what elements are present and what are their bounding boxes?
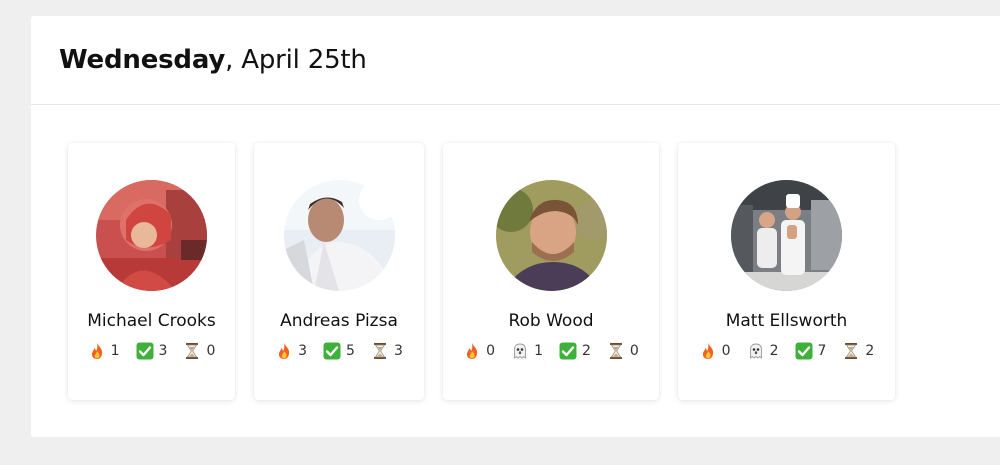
person-card-rob-wood[interactable]: Rob Wood 0 1 2 0 [443, 143, 659, 400]
avatar [495, 180, 607, 291]
stat-check: 2 [559, 342, 591, 360]
check-icon [559, 342, 577, 360]
person-name: Michael Crooks [87, 311, 216, 331]
hourglass-icon [607, 342, 625, 360]
stat-ghost: 2 [747, 342, 779, 360]
avatar [283, 180, 395, 291]
person-card-michael-crooks[interactable]: Michael Crooks 1 3 0 [68, 143, 235, 400]
person-name: Andreas Pizsa [280, 311, 398, 331]
person-card-andreas-pizsa[interactable]: Andreas Pizsa 3 5 3 [254, 143, 424, 400]
stat-fire: 0 [463, 342, 495, 360]
stats-row: 0 2 7 2 [691, 342, 883, 360]
hourglass-icon [183, 342, 201, 360]
check-icon [323, 342, 341, 360]
panel-header: Wednesday, April 25th [31, 16, 1000, 105]
stat-hourglass: 2 [842, 342, 874, 360]
stat-value: 0 [486, 343, 496, 359]
stat-value: 3 [298, 343, 308, 359]
ghost-icon [511, 342, 529, 360]
ghost-icon [747, 342, 765, 360]
stat-value: 5 [346, 343, 355, 359]
stat-hourglass: 0 [607, 342, 639, 360]
avatar [96, 180, 207, 291]
stats-row: 3 5 3 [267, 342, 411, 360]
stat-hourglass: 3 [371, 342, 403, 360]
avatar [731, 180, 842, 291]
stat-hourglass: 0 [183, 342, 215, 360]
stats-row: 0 1 2 0 [455, 342, 647, 360]
hourglass-icon [842, 342, 860, 360]
person-name: Rob Wood [508, 311, 594, 331]
date-label: , April 25th [225, 45, 367, 75]
fire-icon [88, 342, 106, 360]
stat-value: 2 [769, 343, 779, 359]
page-title: Wednesday, April 25th [59, 45, 367, 75]
people-cards: Michael Crooks 1 3 0 Andreas Pizsa 3 5 3… [31, 106, 1000, 437]
stat-fire: 0 [699, 342, 731, 360]
person-card-matt-ellsworth[interactable]: Matt Ellsworth 0 2 7 2 [678, 143, 895, 400]
stat-value: 3 [393, 343, 403, 359]
stat-check: 3 [136, 342, 168, 360]
fire-icon [275, 342, 293, 360]
stat-fire: 1 [88, 342, 120, 360]
hourglass-icon [371, 342, 389, 360]
stat-value: 7 [817, 343, 827, 359]
check-icon [795, 342, 813, 360]
day-panel: Wednesday, April 25th Michael Crooks 1 3… [31, 16, 1000, 437]
stat-check: 7 [795, 342, 827, 360]
stat-value: 1 [110, 343, 120, 359]
stat-value: 2 [865, 343, 875, 359]
stat-value: 1 [534, 343, 543, 359]
check-icon [136, 342, 154, 360]
stat-fire: 3 [275, 342, 307, 360]
stat-check: 5 [323, 342, 355, 360]
stat-ghost: 1 [511, 342, 543, 360]
stat-value: 0 [206, 343, 216, 359]
person-name: Matt Ellsworth [725, 311, 848, 331]
stats-row: 1 3 0 [80, 342, 224, 360]
stat-value: 0 [721, 343, 731, 359]
stat-value: 0 [629, 343, 639, 359]
stat-value: 2 [582, 343, 591, 359]
stat-value: 3 [158, 343, 168, 359]
day-label: Wednesday [59, 45, 226, 75]
fire-icon [463, 342, 481, 360]
fire-icon [699, 342, 717, 360]
